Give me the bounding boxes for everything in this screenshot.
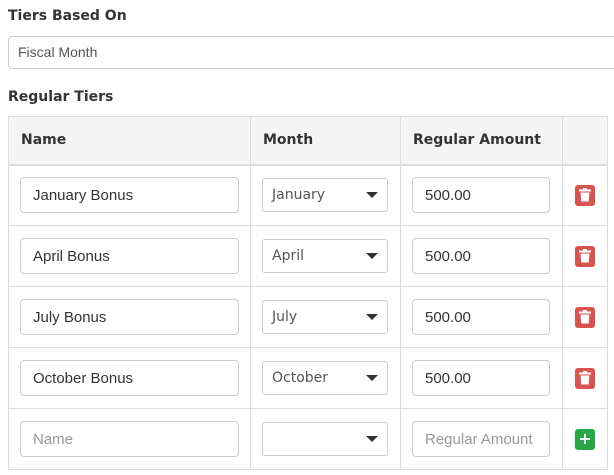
tier-month-select[interactable]: October [262,361,388,395]
tier-amount-input[interactable] [412,360,550,396]
delete-tier-button[interactable] [575,306,595,328]
regular-tiers-table: Name Month Regular Amount January April … [8,116,608,470]
tier-name-input[interactable] [20,360,239,396]
tiers-based-on-field[interactable]: Fiscal Month [8,36,614,69]
caret-down-icon [366,375,378,381]
table-row: April [8,225,608,287]
trash-icon [579,187,591,202]
tier-month-value: October [272,370,329,386]
table-row: October [8,347,608,409]
tier-name-input[interactable] [20,238,239,274]
caret-down-icon [366,314,378,320]
delete-tier-button[interactable] [575,245,595,267]
tier-month-select[interactable]: July [262,300,388,334]
trash-icon [579,309,591,323]
tier-name-input[interactable] [20,177,239,214]
column-header-regular-amount: Regular Amount [400,116,563,166]
new-tier-amount-input[interactable] [412,421,550,457]
tier-month-value: July [272,309,298,325]
delete-tier-button[interactable] [575,367,595,389]
new-tier-name-input[interactable] [20,421,239,457]
tier-name-input[interactable] [20,299,239,335]
new-tier-row: + [8,408,608,470]
column-header-name: Name [8,116,251,166]
tier-month-value: April [272,248,304,264]
plus-icon: + [578,428,592,448]
caret-down-icon [366,436,378,442]
tier-amount-input[interactable] [412,299,550,335]
column-header-actions [562,116,608,166]
regular-tiers-label: Regular Tiers [8,89,114,105]
table-header-row: Name Month Regular Amount [8,116,608,166]
tier-month-select[interactable]: April [262,239,388,273]
delete-tier-button[interactable] [575,184,595,206]
column-header-month: Month [250,116,401,166]
caret-down-icon [366,253,378,259]
tier-amount-input[interactable] [412,177,550,214]
tier-month-value: January [272,187,326,204]
tier-amount-input[interactable] [412,238,550,274]
tier-month-select[interactable]: January [262,178,388,213]
trash-icon [579,370,591,384]
table-row: January [8,164,608,226]
caret-down-icon [366,192,378,199]
tiers-based-on-label: Tiers Based On [8,8,127,24]
table-row: July [8,286,608,348]
add-tier-button[interactable]: + [575,428,595,450]
new-tier-month-select[interactable] [262,422,388,456]
trash-icon [579,248,591,262]
